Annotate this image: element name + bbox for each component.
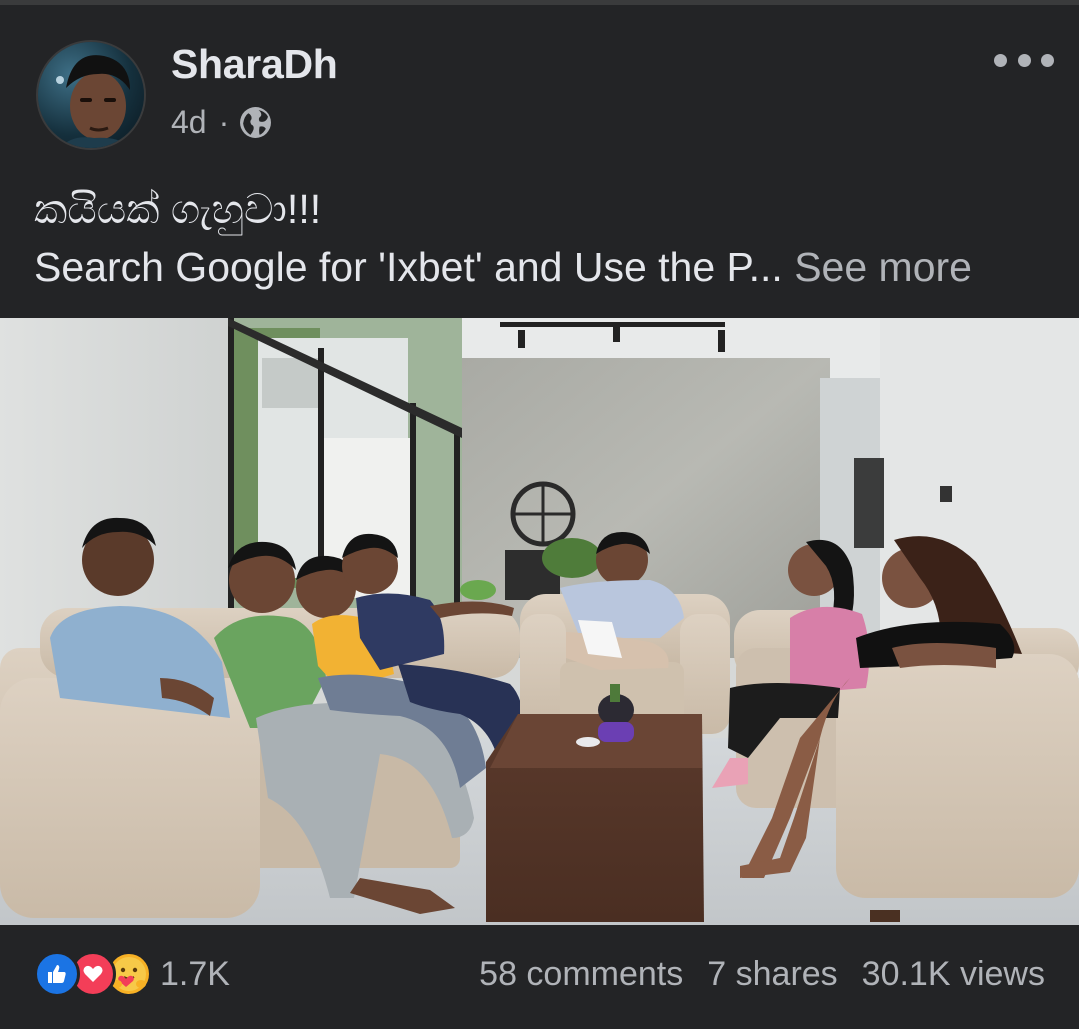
post-image[interactable] [0, 318, 1079, 925]
see-more-link[interactable]: See more [794, 244, 972, 290]
more-dot [994, 53, 1007, 67]
reactions-summary[interactable]: 1.7K [34, 949, 230, 999]
caption-line-1: කයියක් ගැහුවා!!! [34, 186, 322, 232]
caption-text: Search Google for 'Ixbet' and Use the P.… [34, 244, 783, 290]
author-name[interactable]: SharaDh [171, 41, 338, 88]
post-footer: 1.7K 58 comments 7 shares 30.1K views [0, 925, 1079, 1029]
globe-icon[interactable] [239, 106, 272, 139]
post-time[interactable]: 4d [171, 104, 207, 141]
like-icon [34, 951, 80, 997]
more-dot [1041, 53, 1054, 67]
author-avatar[interactable] [36, 40, 146, 150]
post-stats: 58 comments 7 shares 30.1K views [479, 955, 1045, 994]
caption-line-2: Search Google for 'Ixbet' and Use the P.… [34, 241, 1044, 293]
reaction-count: 1.7K [160, 954, 230, 993]
meta-separator: · [218, 103, 230, 140]
more-dot [1017, 53, 1031, 67]
post-meta: 4d · [171, 102, 272, 142]
facebook-post: SharaDh 4d · කයියක් ගැහුවා!!! Search Goo… [0, 0, 1079, 1029]
post-caption: කයියක් ගැහුවා!!! Search Google for 'Ixbe… [34, 183, 1044, 293]
views-count: 30.1K views [861, 955, 1045, 993]
comments-count-link[interactable]: 58 comments [479, 955, 683, 994]
shares-count-link[interactable]: 7 shares [707, 955, 837, 994]
more-options-button[interactable] [994, 45, 1054, 75]
